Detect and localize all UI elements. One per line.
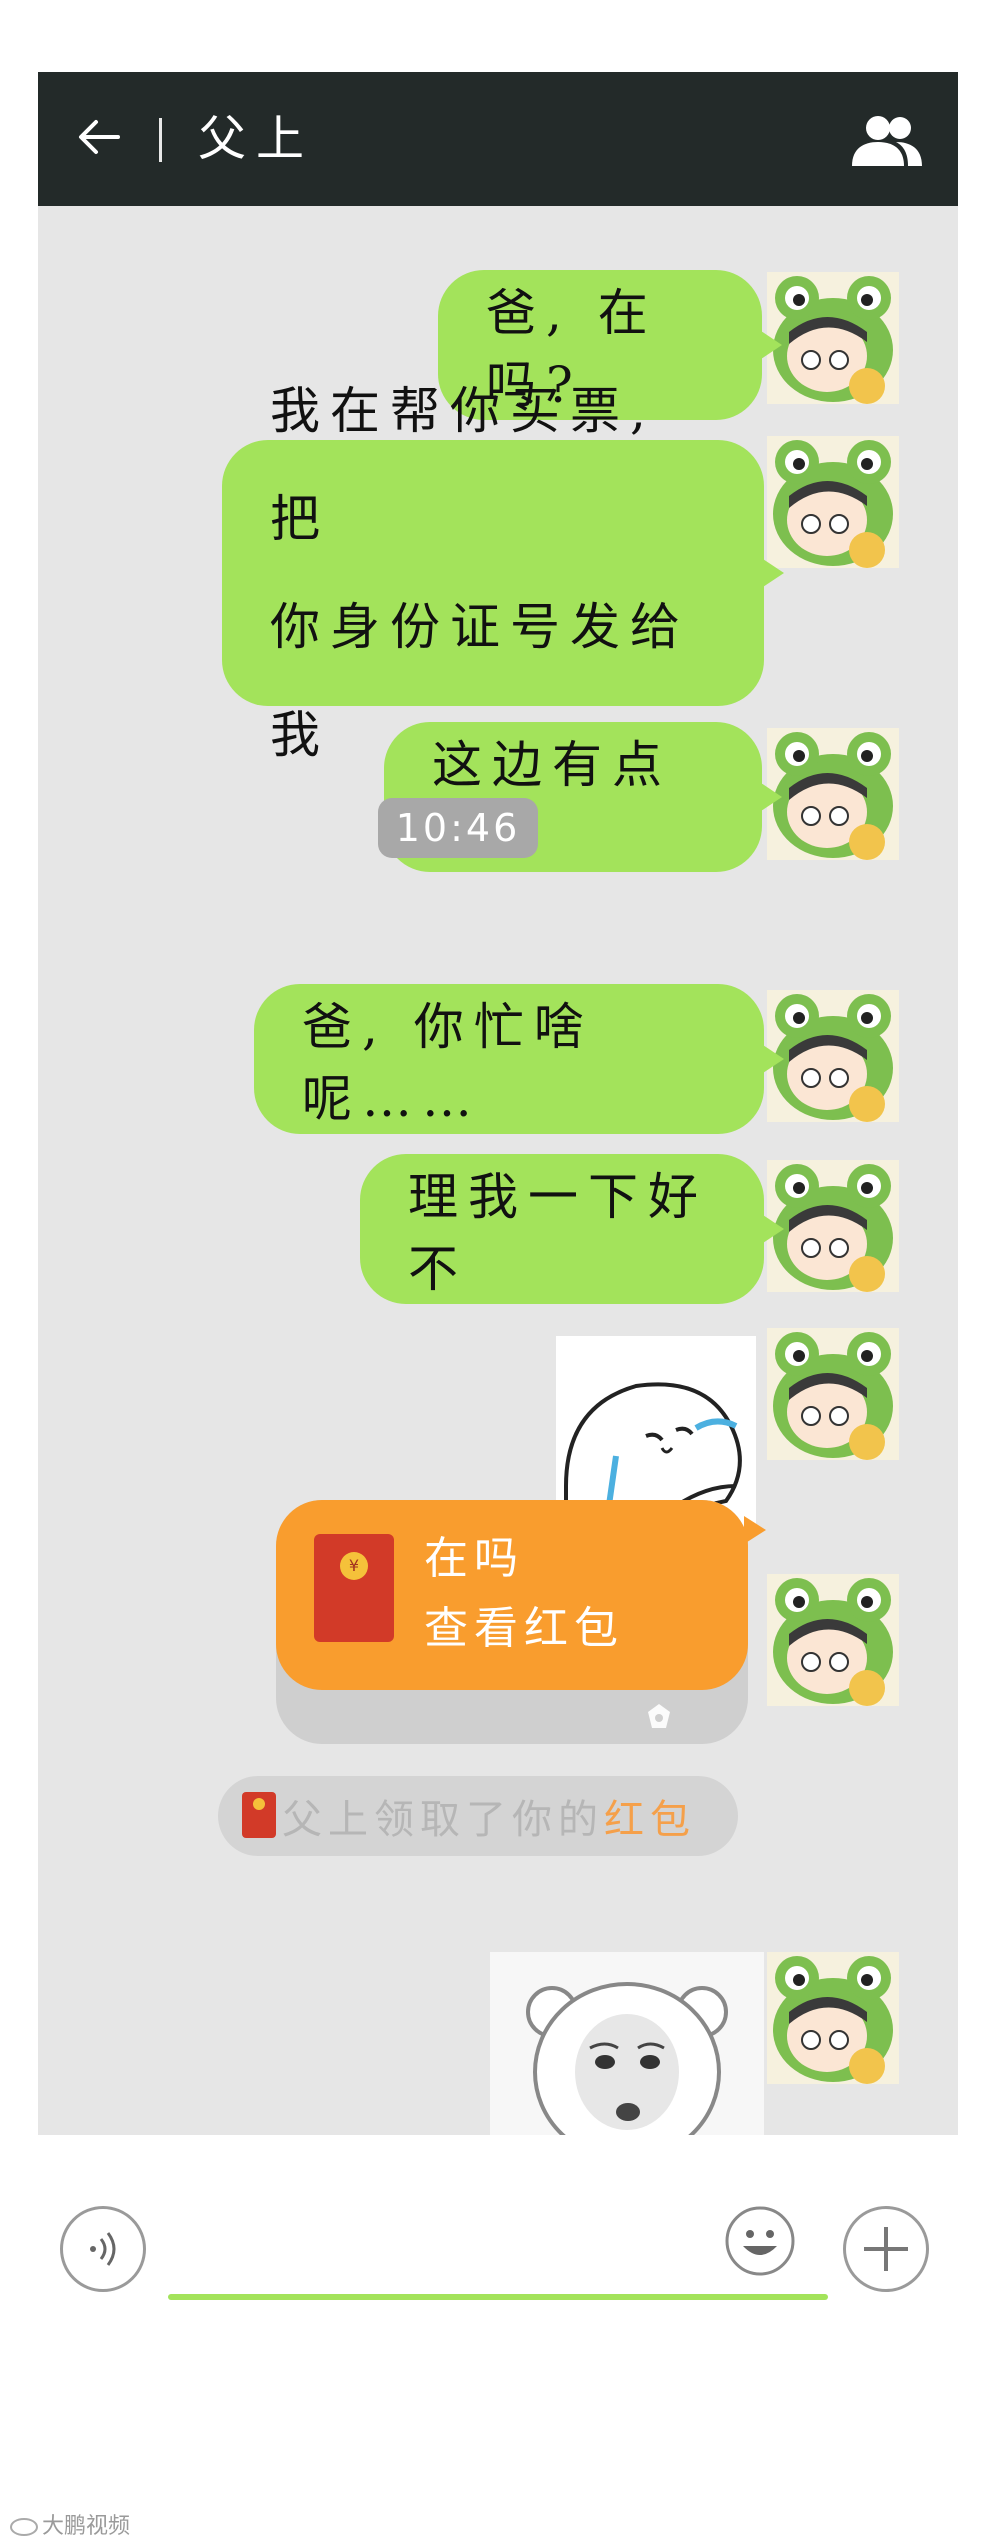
red-packet-title: 在吗: [424, 1533, 524, 1584]
message-bubble[interactable]: 理我一下好不: [360, 1154, 784, 1304]
emoji-icon[interactable]: [723, 2204, 797, 2278]
message-bubble[interactable]: 我在帮你买票, 把 你身份证号发给我: [222, 382, 784, 764]
notice-highlight-link[interactable]: 红包: [604, 1787, 696, 1845]
avatar[interactable]: [767, 1328, 899, 1460]
message-bubble[interactable]: 爸, 你忙啥呢……: [254, 984, 784, 1134]
timestamp: 10:46: [378, 798, 538, 858]
arrow-left-icon[interactable]: [74, 112, 124, 162]
avatar[interactable]: [767, 1952, 899, 2084]
red-packet-logo-icon: [648, 1704, 670, 1728]
group-icon[interactable]: [848, 112, 924, 168]
voice-icon[interactable]: [60, 2206, 146, 2292]
red-packet-claimed-notice: 父上领取了你的 红包: [218, 1776, 738, 1856]
weibo-icon: [10, 2518, 38, 2536]
plus-icon[interactable]: [843, 2206, 929, 2292]
chat-header: 父上: [38, 72, 958, 206]
avatar[interactable]: [767, 728, 899, 860]
watermark-text: 大鹏视频: [42, 2514, 131, 2539]
red-packet-subtitle: 查看红包: [424, 1603, 624, 1654]
red-envelope-icon: [242, 1792, 276, 1838]
message-input[interactable]: [168, 2294, 828, 2300]
message-text: 爸, 你忙啥呢……: [302, 998, 594, 1128]
avatar[interactable]: [767, 1574, 899, 1706]
notice-text: 父上领取了你的: [282, 1797, 604, 1843]
red-envelope-icon: ¥: [314, 1534, 394, 1642]
avatar[interactable]: [767, 1160, 899, 1292]
chat-title: 父上: [198, 111, 315, 167]
watermark: 大鹏视频: [10, 2508, 130, 2540]
avatar[interactable]: [767, 990, 899, 1122]
avatar[interactable]: [767, 436, 899, 568]
header-divider: [159, 118, 162, 162]
avatar[interactable]: [767, 272, 899, 404]
message-text: 我在帮你买票, 把: [270, 382, 656, 548]
message-text: 理我一下好不: [408, 1168, 708, 1298]
red-packet[interactable]: ¥ 在吗 查看红包: [276, 1500, 766, 1690]
